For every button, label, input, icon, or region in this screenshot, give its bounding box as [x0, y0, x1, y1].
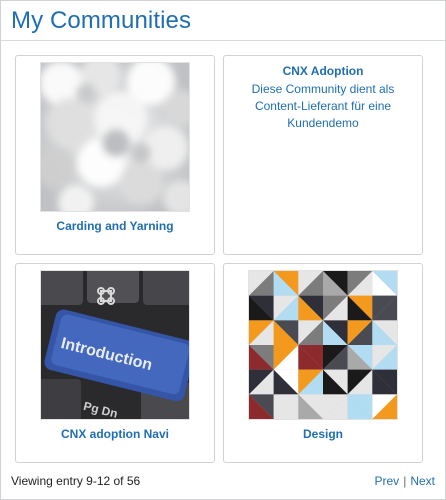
pagination-controls: Prev | Next	[375, 474, 436, 488]
pagination-status: Viewing entry 9-12 of 56	[11, 474, 141, 488]
pagination-separator: |	[403, 474, 407, 488]
community-thumbnail[interactable]	[249, 271, 397, 419]
prev-page-link[interactable]: Prev	[375, 474, 400, 488]
keyboard-image: Introduction Pg Dn	[41, 271, 189, 419]
widget-title: My Communities	[11, 7, 192, 34]
my-communities-widget: My Communities Carding and Yarning CNX A…	[0, 0, 446, 500]
community-name-link[interactable]: Carding and Yarning	[16, 219, 214, 233]
geometric-pattern-image	[249, 271, 397, 419]
community-card[interactable]: Introduction Pg Dn CNX adoption Navi	[15, 263, 215, 463]
community-card[interactable]: CNX Adoption Diese Community dient als C…	[223, 55, 423, 255]
widget-header: My Communities	[1, 1, 445, 41]
community-card[interactable]: Carding and Yarning	[15, 55, 215, 255]
next-page-link[interactable]: Next	[410, 474, 435, 488]
community-name-link[interactable]: CNX adoption Navi	[16, 427, 214, 441]
clouds-image	[41, 63, 189, 211]
community-name-link[interactable]: Design	[224, 427, 422, 441]
community-card[interactable]: Design	[223, 263, 423, 463]
community-name-link[interactable]: CNX Adoption	[224, 64, 422, 78]
community-thumbnail[interactable]: Introduction Pg Dn	[41, 271, 189, 419]
community-description: Diese Community dient als Content-Liefer…	[251, 82, 395, 130]
community-thumbnail[interactable]	[41, 63, 189, 211]
